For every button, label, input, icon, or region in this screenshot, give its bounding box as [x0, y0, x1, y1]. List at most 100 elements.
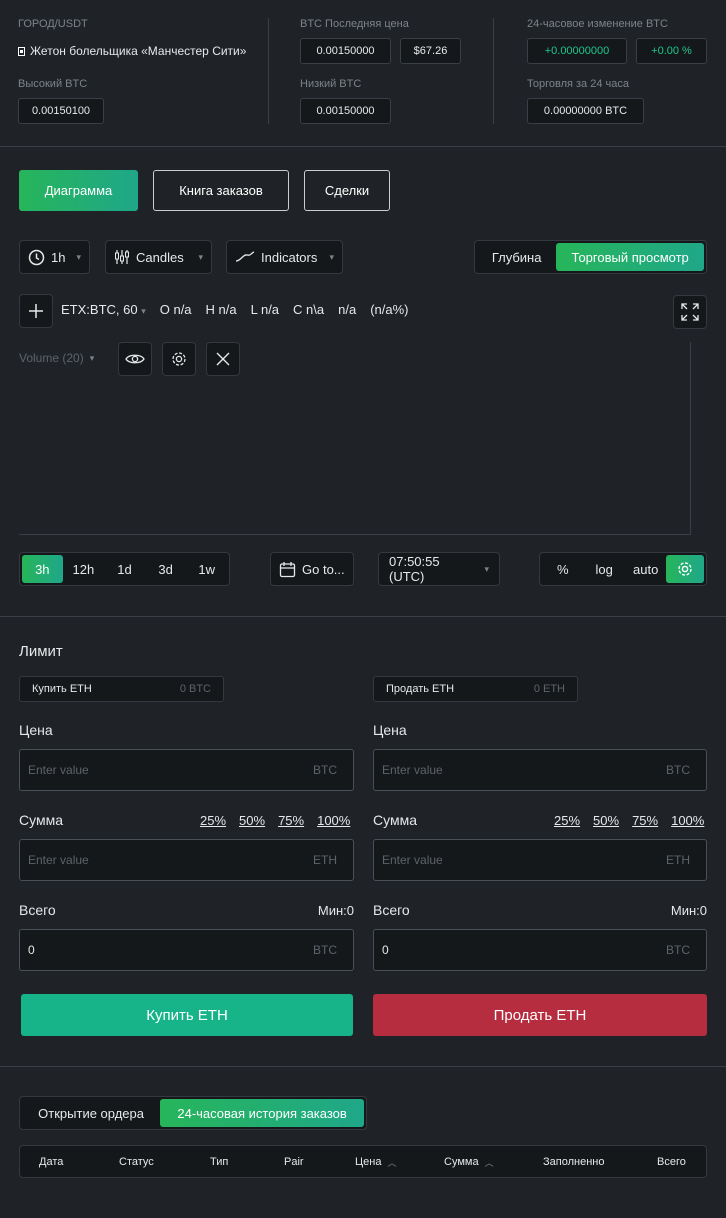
low-value: 0.00150000: [300, 98, 391, 124]
range-1d[interactable]: 1d: [104, 555, 145, 583]
divider: [493, 18, 494, 124]
time-axis: [19, 534, 691, 535]
sell-button[interactable]: Продать ETH: [373, 994, 707, 1036]
sell-balance-value: 0 ETH: [533, 683, 565, 695]
column-price-label: Цена: [355, 1156, 382, 1168]
buy-total-unit: BTC: [313, 943, 337, 957]
indicator-settings-button[interactable]: [162, 342, 196, 376]
buy-min-value: Мин:0: [317, 903, 354, 918]
sell-percent-25[interactable]: 25%: [554, 813, 580, 828]
range-1w[interactable]: 1w: [186, 555, 227, 583]
interval-select[interactable]: 1h ▾: [19, 240, 90, 274]
buy-percent-100[interactable]: 100%: [317, 813, 350, 828]
volume-indicator: Volume (20) ▾: [19, 351, 94, 365]
sell-amount-input[interactable]: Enter value ETH: [373, 839, 707, 881]
toggle-visibility-button[interactable]: [118, 342, 152, 376]
buy-price-label: Цена: [19, 722, 53, 738]
chevron-down-icon: ▾: [484, 563, 489, 574]
column-pair[interactable]: Pair: [284, 1156, 304, 1168]
sell-balance: Продать ETH 0 ETH: [373, 676, 578, 702]
tab-orderbook[interactable]: Книга заказов: [153, 170, 289, 211]
column-filled[interactable]: Заполненно: [543, 1156, 604, 1168]
plus-icon: [29, 304, 43, 318]
buy-amount-input[interactable]: Enter value ETH: [19, 839, 354, 881]
interval-value: 1h: [51, 249, 66, 265]
view-switch: Глубина Торговый просмотр: [474, 240, 707, 274]
depth-tab[interactable]: Глубина: [477, 243, 556, 271]
chart-type-value: Candles: [136, 249, 184, 265]
add-indicator-button[interactable]: [19, 294, 53, 328]
legend-symbol[interactable]: ETX:BTC, 60 ▾: [61, 302, 146, 317]
chart-settings-button[interactable]: [666, 555, 704, 583]
sell-percent-50[interactable]: 50%: [593, 813, 619, 828]
change-percent: +0.00 %: [636, 38, 707, 64]
chevron-down-icon: ▾: [198, 251, 203, 262]
timezone-select[interactable]: 07:50:55 (UTC) ▾: [378, 552, 500, 586]
change-value: +0.00000000: [527, 38, 627, 64]
gear-icon: [678, 562, 692, 576]
orders-tabs: Открытие ордера 24-часовая история заказ…: [19, 1096, 367, 1130]
sell-balance-label: Продать ETH: [386, 683, 455, 695]
range-12h[interactable]: 12h: [63, 555, 105, 583]
legend-high: H n/a: [205, 302, 237, 317]
column-amount-label: Сумма: [444, 1156, 479, 1168]
sell-total-unit: BTC: [666, 943, 690, 957]
indicators-label: Indicators: [261, 249, 318, 265]
sell-price-placeholder: Enter value: [382, 763, 443, 777]
volume-value: 0.00000000 BTC: [527, 98, 644, 124]
fullscreen-icon: [681, 303, 699, 321]
sell-price-label: Цена: [373, 722, 407, 738]
column-type[interactable]: Тип: [210, 1156, 228, 1168]
buy-percent-25[interactable]: 25%: [200, 813, 226, 828]
legend-change-percent: (n/a%): [370, 302, 409, 317]
tab-open-orders[interactable]: Открытие ордера: [22, 1099, 160, 1127]
scale-options: % log auto: [539, 552, 707, 586]
buy-percent-75[interactable]: 75%: [278, 813, 304, 828]
close-icon: [216, 352, 230, 366]
range-3h[interactable]: 3h: [22, 555, 63, 583]
percent-scale-button[interactable]: %: [542, 555, 583, 583]
column-price[interactable]: Цена ︿: [355, 1156, 396, 1169]
sell-percent-75[interactable]: 75%: [632, 813, 658, 828]
log-scale-button[interactable]: log: [583, 555, 624, 583]
remove-indicator-button[interactable]: [206, 342, 240, 376]
range-selector: 3h 12h 1d 3d 1w: [19, 552, 230, 586]
buy-total-value: 0: [28, 943, 35, 957]
legend-close: C n\a: [293, 302, 325, 317]
goto-label: Go to...: [302, 561, 345, 577]
auto-scale-button[interactable]: auto: [625, 555, 666, 583]
trading-view-tab[interactable]: Торговый просмотр: [556, 243, 704, 271]
last-price-label: BTC Последняя цена: [300, 18, 409, 30]
token-name: Жетон болельщика «Манчестер Сити»: [18, 44, 246, 58]
sell-percent-100[interactable]: 100%: [671, 813, 704, 828]
tab-trades[interactable]: Сделки: [304, 170, 390, 211]
buy-button[interactable]: Купить ETH: [21, 994, 353, 1036]
tab-order-history[interactable]: 24-часовая история заказов: [160, 1099, 364, 1127]
column-status[interactable]: Статус: [119, 1156, 154, 1168]
buy-total-input[interactable]: 0 BTC: [19, 929, 354, 971]
chart-type-select[interactable]: Candles ▾: [105, 240, 212, 274]
time-value: 07:50:55 (UTC): [389, 554, 440, 584]
sell-total-input[interactable]: 0 BTC: [373, 929, 707, 971]
goto-date-button[interactable]: Go to...: [270, 552, 354, 586]
buy-percent-50[interactable]: 50%: [239, 813, 265, 828]
order-type-title: Лимит: [19, 643, 63, 660]
sort-icon: ︿: [484, 1158, 494, 1168]
sell-price-unit: BTC: [666, 763, 690, 777]
sell-price-input[interactable]: Enter value BTC: [373, 749, 707, 791]
token-name-text: Жетон болельщика «Манчестер Сити»: [30, 44, 247, 58]
range-3d[interactable]: 3d: [145, 555, 187, 583]
tab-chart[interactable]: Диаграмма: [19, 170, 138, 211]
indicators-button[interactable]: Indicators ▾: [226, 240, 343, 274]
column-amount[interactable]: Сумма ︿: [444, 1156, 494, 1169]
column-date[interactable]: Дата: [39, 1156, 63, 1168]
fullscreen-button[interactable]: [673, 295, 707, 329]
buy-price-unit: BTC: [313, 763, 337, 777]
sell-amount-placeholder: Enter value: [382, 853, 443, 867]
column-total[interactable]: Всего: [657, 1156, 686, 1168]
buy-percent-options: 25% 50% 75% 100%: [200, 813, 350, 828]
high-label: Высокий BTC: [18, 78, 88, 90]
orders-table-header: Дата Статус Тип Pair Цена ︿ Сумма ︿ Заполн…: [19, 1145, 707, 1178]
buy-price-input[interactable]: Enter value BTC: [19, 749, 354, 791]
chevron-down-icon: ▾: [329, 251, 334, 262]
